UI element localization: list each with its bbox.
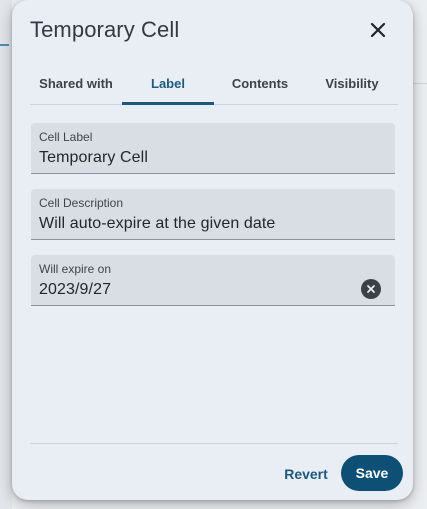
footer-divider xyxy=(30,443,398,444)
temporary-cell-dialog: Temporary Cell Shared with Label Content… xyxy=(12,0,413,500)
cell-label-field[interactable]: Cell Label Temporary Cell xyxy=(31,123,395,174)
clear-date-button[interactable] xyxy=(361,279,381,299)
clear-icon xyxy=(367,285,375,293)
expire-date-field[interactable]: Will expire on 2023/9/27 xyxy=(31,255,395,306)
cell-label-field-label: Cell Label xyxy=(39,130,93,144)
tab-visibility[interactable]: Visibility xyxy=(306,64,398,104)
cell-description-field-label: Cell Description xyxy=(39,196,124,210)
close-button[interactable] xyxy=(365,17,391,43)
tab-bar: Shared with Label Contents Visibility xyxy=(30,64,398,105)
background-accent-line xyxy=(0,44,9,46)
tab-label[interactable]: Label xyxy=(122,64,214,105)
tab-shared-with[interactable]: Shared with xyxy=(30,64,122,104)
expire-date-input[interactable]: 2023/9/27 xyxy=(39,281,111,299)
cell-description-input[interactable]: Will auto-expire at the given date xyxy=(39,215,275,233)
tab-contents[interactable]: Contents xyxy=(214,64,306,104)
expire-date-field-label: Will expire on xyxy=(39,262,112,276)
revert-button[interactable]: Revert xyxy=(274,458,338,490)
cell-description-field[interactable]: Cell Description Will auto-expire at the… xyxy=(31,189,395,240)
background-sidebar xyxy=(0,0,12,509)
cell-label-input[interactable]: Temporary Cell xyxy=(39,149,148,167)
close-icon xyxy=(370,22,386,38)
dialog-title: Temporary Cell xyxy=(30,17,180,42)
save-button[interactable]: Save xyxy=(341,455,403,491)
background-divider xyxy=(413,83,427,84)
